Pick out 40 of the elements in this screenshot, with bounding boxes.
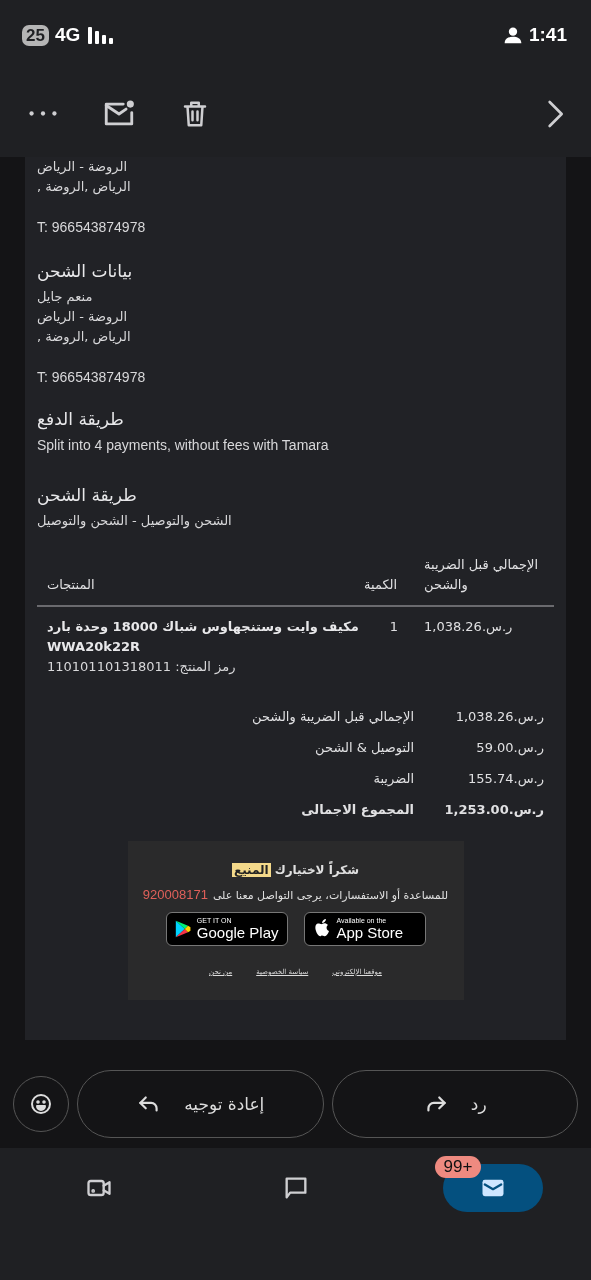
price-cell-text: ر.س.1,038.26 <box>424 618 514 637</box>
section-heading: بيانات الشحن <box>37 260 134 283</box>
section-heading: طريقة الشحن <box>37 484 138 507</box>
person-icon <box>502 25 523 45</box>
summary-value: ر.س.1,253.00 <box>443 801 544 819</box>
address-line: الرياض ,الروضة , <box>37 328 132 347</box>
summary-label: الإجمالي قبل الضريبة والشحن <box>251 708 414 727</box>
phone-number: T: 966543874978 <box>37 218 147 237</box>
summary-value: ر.س.59.00 <box>475 739 544 758</box>
column-header: الكمية <box>364 576 399 594</box>
summary-value: ر.س.1,038.26 <box>454 708 544 727</box>
clock-time: 1:41 <box>528 24 567 46</box>
section-heading: طريقة الدفع <box>37 408 125 431</box>
summary-label: الضريبة <box>372 770 414 788</box>
unread-count-badge: 99+ <box>434 1156 482 1178</box>
play-store-icon <box>174 918 191 940</box>
address-line: الرياض ,الروضة , <box>37 178 132 197</box>
product-code: رمز المنتج: 110101101318011 <box>47 658 237 676</box>
quantity-cell-text: 1 <box>388 618 400 636</box>
contact-phone: 920008171 <box>142 887 208 902</box>
network-type: 4G <box>54 24 81 46</box>
smiley-icon <box>29 1092 53 1116</box>
summary-label: المجموع الاجمالى <box>300 801 414 819</box>
phone-number: T: 966543874978 <box>37 368 147 387</box>
address-line: منعم جايل <box>37 288 94 307</box>
shipping-method: الشحن والتوصيل - الشحن والتوصيل <box>37 512 233 531</box>
more-icon <box>28 110 58 117</box>
product-name: مكيف وايت وستنجهاوس شباك 18000 وحدة بارد WWA20k22R <box>47 618 360 656</box>
address-line: الروضة - الرياض <box>37 308 129 327</box>
column-header: المنتجات <box>47 576 96 594</box>
address-line: الروضة - الرياض <box>37 158 129 177</box>
payment-method: Split into 4 payments, without fees with Tamara <box>37 436 330 455</box>
column-header: الإجمالي قبل الضريبة والشحن <box>424 556 540 595</box>
summary-value: ر.س.155.74 <box>467 770 544 789</box>
thanks-text: شكراً لاختيارك <box>274 863 359 877</box>
summary-label: التوصيل & الشحن <box>314 739 414 758</box>
contact-text: للمساعدة أو الاستفسارات، يرجى التواصل معنا على <box>212 889 449 902</box>
brand-name: المنيع <box>232 863 271 877</box>
more-button[interactable] <box>28 110 58 117</box>
battery-level: 25 <box>22 24 49 46</box>
